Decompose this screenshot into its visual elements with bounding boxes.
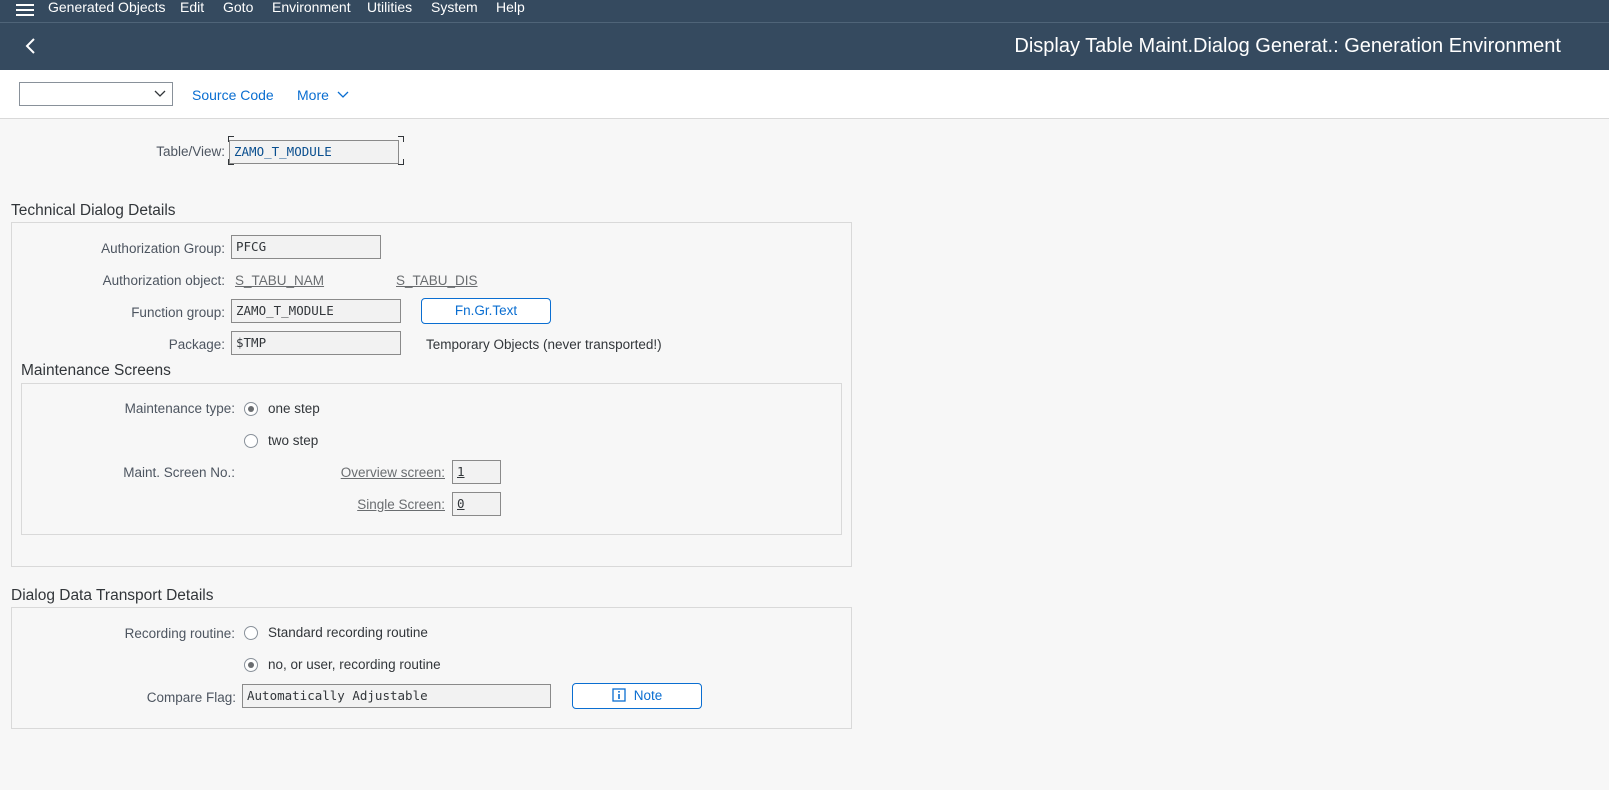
- toolbar-dropdown[interactable]: [19, 82, 173, 106]
- page-title: Display Table Maint.Dialog Generat.: Gen…: [1014, 35, 1561, 57]
- chevron-down-icon: [154, 90, 166, 97]
- hamburger-menu-icon[interactable]: [16, 1, 34, 17]
- note-button[interactable]: Note: [572, 683, 702, 709]
- menu-generated-objects[interactable]: Generated Objects: [48, 0, 166, 14]
- chevron-left-icon: [25, 38, 35, 54]
- user-recording-radio[interactable]: [244, 658, 258, 672]
- title-bar: Display Table Maint.Dialog Generat.: Gen…: [0, 23, 1609, 70]
- menu-goto[interactable]: Goto: [223, 0, 253, 14]
- source-code-button[interactable]: Source Code: [192, 87, 274, 103]
- table-view-label: Table/View:: [156, 144, 225, 159]
- technical-section-title: Technical Dialog Details: [11, 202, 176, 219]
- screen-no-label: Maint. Screen No.:: [123, 465, 235, 480]
- more-label: More: [297, 87, 329, 103]
- chevron-down-icon: [337, 91, 349, 98]
- function-group-input[interactable]: ZAMO_T_MODULE: [231, 299, 401, 323]
- auth-object-link-2[interactable]: S_TABU_DIS: [396, 273, 478, 288]
- auth-object-label: Authorization object:: [102, 273, 225, 288]
- two-step-label: two step: [268, 433, 319, 448]
- focus-corner: [398, 159, 404, 165]
- single-screen-input[interactable]: 0: [452, 492, 501, 516]
- user-recording-label: no, or user, recording routine: [268, 657, 441, 672]
- overview-screen-input[interactable]: 1: [452, 460, 501, 484]
- menu-edit[interactable]: Edit: [180, 0, 204, 14]
- info-icon: [612, 688, 626, 702]
- more-button[interactable]: More: [297, 87, 350, 103]
- maintenance-type-label: Maintenance type:: [124, 401, 235, 416]
- menu-system[interactable]: System: [431, 0, 478, 14]
- auth-object-link-1[interactable]: S_TABU_NAM: [235, 273, 324, 288]
- radio-selected-dot: [248, 406, 254, 412]
- transport-section-title: Dialog Data Transport Details: [11, 587, 214, 604]
- focus-corner: [228, 136, 234, 142]
- back-button[interactable]: [18, 33, 44, 59]
- compare-flag-input[interactable]: Automatically Adjustable: [242, 684, 551, 708]
- maintenance-section-title: Maintenance Screens: [21, 362, 171, 379]
- one-step-label: one step: [268, 401, 320, 416]
- compare-flag-label: Compare Flag:: [146, 690, 236, 705]
- focus-corner: [228, 159, 234, 165]
- package-input[interactable]: $TMP: [231, 331, 401, 355]
- two-step-radio[interactable]: [244, 434, 258, 448]
- auth-group-label: Authorization Group:: [101, 241, 225, 256]
- menu-help[interactable]: Help: [496, 0, 525, 14]
- radio-selected-dot: [248, 662, 254, 668]
- package-label: Package:: [168, 337, 225, 352]
- table-view-input[interactable]: ZAMO_T_MODULE: [229, 140, 399, 164]
- menu-bar: Generated Objects Edit Goto Environment …: [0, 0, 1609, 23]
- one-step-radio[interactable]: [244, 402, 258, 416]
- focus-corner: [398, 136, 404, 142]
- auth-group-input[interactable]: PFCG: [231, 235, 381, 259]
- recording-routine-label: Recording routine:: [124, 626, 235, 641]
- toolbar: Source Code More: [0, 70, 1609, 119]
- overview-screen-link[interactable]: Overview screen:: [341, 465, 445, 480]
- menu-environment[interactable]: Environment: [272, 0, 351, 14]
- standard-recording-label: Standard recording routine: [268, 625, 428, 640]
- note-label: Note: [633, 688, 663, 703]
- fn-gr-text-button[interactable]: Fn.Gr.Text: [421, 298, 551, 324]
- menu-utilities[interactable]: Utilities: [367, 0, 412, 14]
- standard-recording-radio[interactable]: [244, 626, 258, 640]
- function-group-label: Function group:: [131, 305, 225, 320]
- single-screen-link[interactable]: Single Screen:: [357, 497, 445, 512]
- package-description: Temporary Objects (never transported!): [426, 337, 662, 352]
